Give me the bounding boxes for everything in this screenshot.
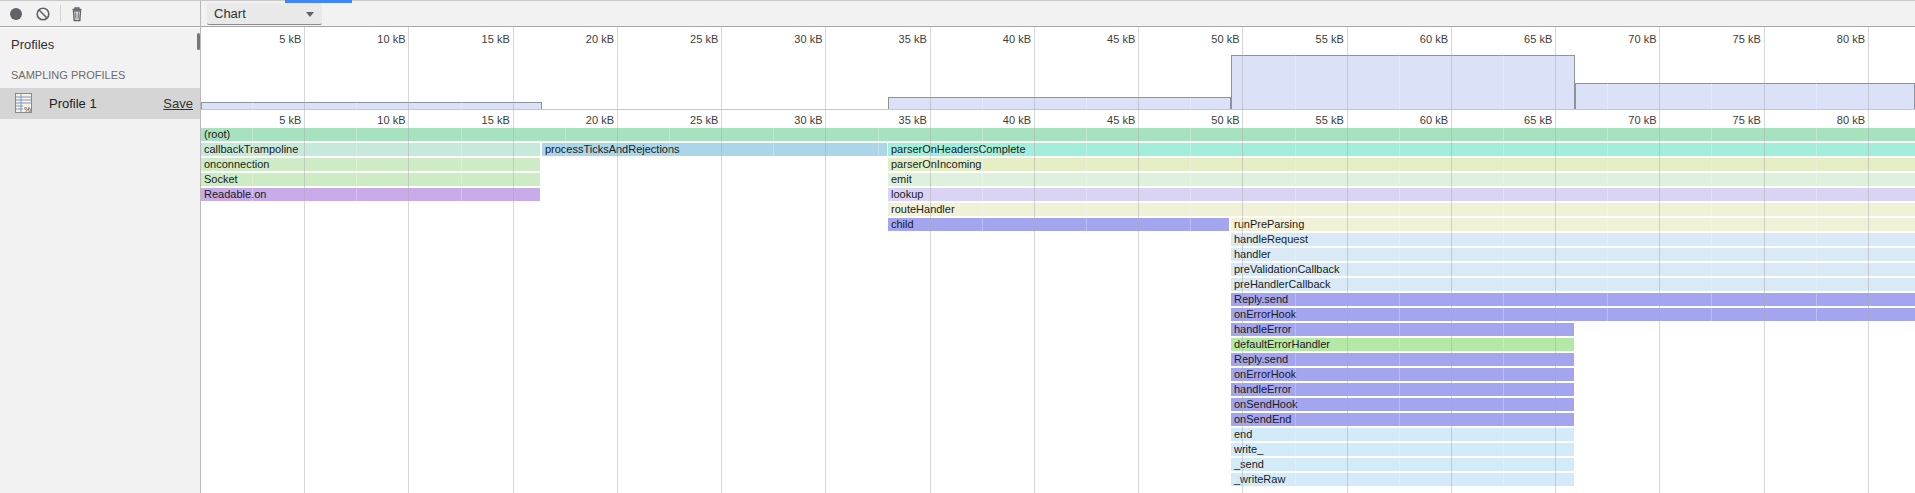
ruler-tick-label: 25 kB [651, 114, 718, 126]
flame-bar[interactable]: Socket [201, 173, 540, 186]
ruler-tick-label: 35 kB [860, 33, 927, 45]
view-mode-select[interactable]: Chart [207, 3, 322, 25]
profile-document-icon: % [15, 93, 33, 114]
ruler-tick-label: 80 kB [1798, 114, 1865, 126]
flame-bar[interactable]: handleError [1231, 323, 1574, 336]
flame-bar[interactable]: routeHandler [888, 203, 1915, 216]
overview-area-segment [201, 102, 542, 109]
clear-button[interactable] [30, 0, 56, 26]
flame-bar[interactable]: handleRequest [1231, 233, 1915, 246]
ruler-tick-label: 75 kB [1694, 33, 1761, 45]
ruler-tick-label: 30 kB [756, 33, 823, 45]
flame-bar[interactable]: processTicksAndRejections [542, 143, 887, 156]
flame-bar[interactable]: Reply.send [1231, 293, 1915, 306]
active-tab-indicator [285, 0, 352, 3]
flame-bar[interactable]: handler [1231, 248, 1915, 261]
svg-text:%: % [24, 105, 31, 114]
toolbar-left [0, 0, 200, 26]
flame-bar[interactable]: onconnection [201, 158, 540, 171]
record-circle-icon [3, 0, 29, 26]
overview-area-segment [888, 97, 1231, 109]
trash-icon [64, 0, 90, 26]
flame-bar[interactable]: Reply.send [1231, 353, 1574, 366]
flame-bar[interactable]: emit [888, 173, 1915, 186]
ruler-tick-label: 50 kB [1173, 33, 1240, 45]
ruler-tick-label: 20 kB [547, 114, 614, 126]
ruler-tick-label: 55 kB [1277, 114, 1344, 126]
ruler-tick-label: 45 kB [1068, 114, 1135, 126]
toolbar: Chart [0, 0, 1915, 27]
flame-bar[interactable]: _send [1231, 458, 1574, 471]
ruler-tick-label: 80 kB [1798, 33, 1865, 45]
profiles-sidebar: Profiles SAMPLING PROFILES % Profile 1 S… [0, 28, 200, 493]
flame-bar[interactable]: (root) [201, 128, 1915, 141]
flame-bar[interactable]: handleError [1231, 383, 1574, 396]
ruler-tick-label: 45 kB [1068, 33, 1135, 45]
save-profile-link[interactable]: Save [163, 96, 193, 111]
ruler-tick-label: 40 kB [964, 33, 1031, 45]
flame-bar[interactable]: Readable.on [201, 188, 540, 201]
flame-chart-ruler: 5 kB 10 kB 15 kB 20 kB 25 kB 30 kB 35 kB 40 kB 4… [201, 111, 1915, 127]
overview-area-segment [1575, 83, 1915, 109]
ruler-tick-label: 75 kB [1694, 114, 1761, 126]
dropdown-arrow-icon [306, 12, 314, 17]
ruler-tick-label: 10 kB [339, 114, 406, 126]
ruler-tick-label: 5 kB [234, 114, 301, 126]
flame-chart-rows: (root) callbackTrampolineprocessTicksAndR… [201, 127, 1915, 493]
toolbar-separator [60, 5, 61, 22]
block-icon [30, 0, 56, 26]
profiler-panel: Chart Profiles SAMPLING PROFILES % [0, 0, 1915, 493]
ruler-tick-label: 20 kB [547, 33, 614, 45]
flame-bar[interactable]: preValidationCallback [1231, 263, 1915, 276]
flame-bar[interactable]: onSendHook [1231, 398, 1574, 411]
flame-bar[interactable]: onErrorHook [1231, 368, 1574, 381]
ruler-tick-label: 30 kB [756, 114, 823, 126]
flame-bar[interactable]: child [888, 218, 1229, 231]
ruler-tick-label: 70 kB [1590, 33, 1657, 45]
ruler-tick-label: 35 kB [860, 114, 927, 126]
record-button[interactable] [3, 0, 29, 26]
flame-bar[interactable]: _writeRaw [1231, 473, 1574, 486]
sidebar-section-label: SAMPLING PROFILES [11, 69, 125, 81]
ruler-tick-label: 25 kB [651, 33, 718, 45]
flame-bar[interactable]: lookup [888, 188, 1915, 201]
overview-area-segment [1231, 55, 1575, 109]
profile-name: Profile 1 [49, 96, 97, 111]
ruler-tick-label: 55 kB [1277, 33, 1344, 45]
flame-bar[interactable]: onSendEnd [1231, 413, 1574, 426]
ruler-tick-label: 15 kB [443, 114, 510, 126]
ruler-tick-label: 65 kB [1485, 33, 1552, 45]
flame-bar[interactable]: callbackTrampoline [201, 143, 540, 156]
memory-overview[interactable]: 5 kB 10 kB 15 kB 20 kB 25 kB 30 kB 35 kB 40 kB 4… [201, 27, 1915, 110]
flame-bar[interactable]: onErrorHook [1231, 308, 1915, 321]
flame-chart-pane: 5 kB 10 kB 15 kB 20 kB 25 kB 30 kB 35 kB 40 kB 4… [201, 27, 1915, 493]
flame-bar[interactable]: defaultErrorHandler [1231, 338, 1574, 351]
sidebar-title: Profiles [11, 37, 54, 52]
flame-bar[interactable]: preHandlerCallback [1231, 278, 1915, 291]
ruler-tick-label: 40 kB [964, 114, 1031, 126]
ruler-tick-label: 60 kB [1381, 33, 1448, 45]
ruler-tick-label: 70 kB [1590, 114, 1657, 126]
flame-bar[interactable]: parserOnIncoming [888, 158, 1915, 171]
flame-bar[interactable]: parserOnHeadersComplete [888, 143, 1915, 156]
ruler-tick-label: 5 kB [234, 33, 301, 45]
flame-bar[interactable]: write_ [1231, 443, 1574, 456]
delete-profile-button[interactable] [64, 0, 90, 26]
view-mode-value: Chart [214, 6, 246, 21]
panel-divider [200, 0, 201, 493]
ruler-tick-label: 15 kB [443, 33, 510, 45]
ruler-tick-label: 10 kB [339, 33, 406, 45]
flame-bar[interactable]: end [1231, 428, 1574, 441]
flame-bar[interactable]: runPreParsing [1231, 218, 1915, 231]
ruler-tick-label: 50 kB [1173, 114, 1240, 126]
ruler-tick-label: 60 kB [1381, 114, 1448, 126]
profile-item[interactable]: % Profile 1 Save [0, 88, 200, 119]
ruler-tick-label: 65 kB [1485, 114, 1552, 126]
